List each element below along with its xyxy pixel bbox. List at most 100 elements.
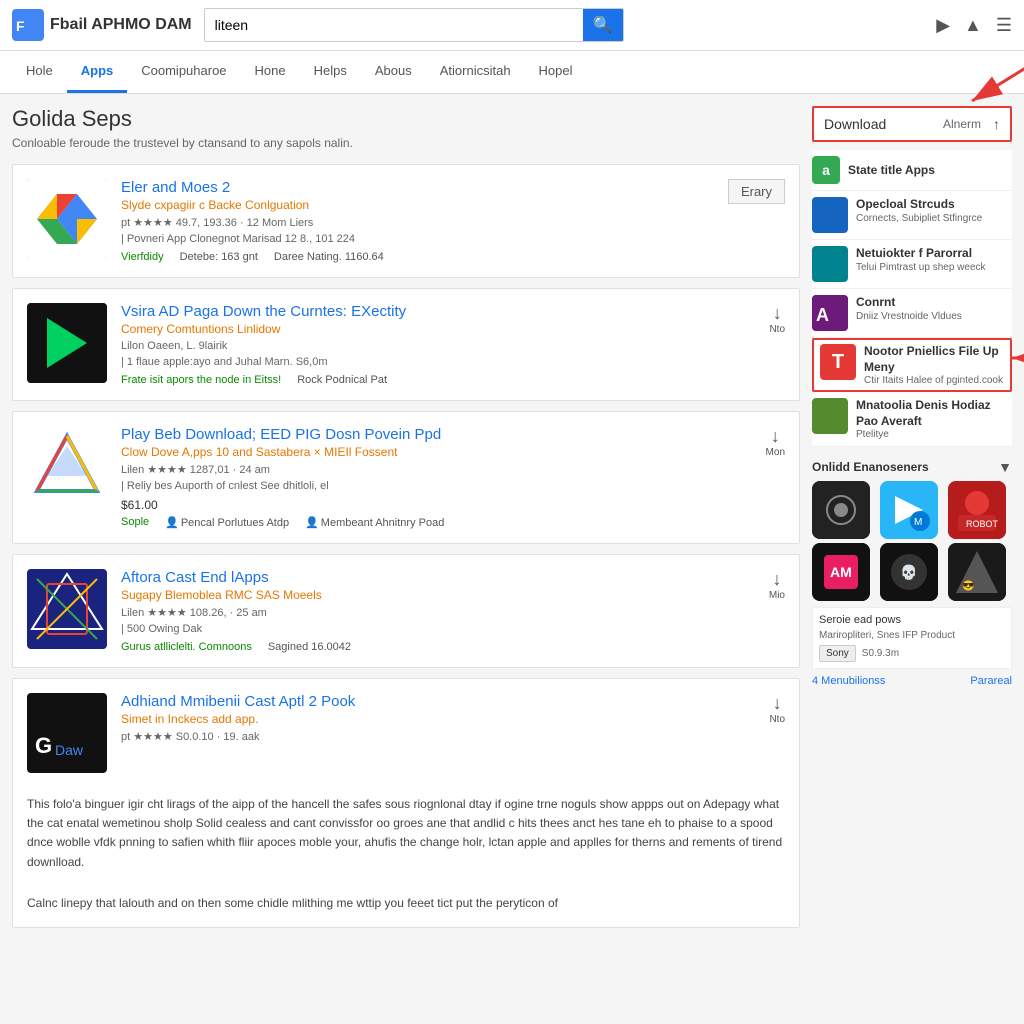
- video-icon[interactable]: ▶: [936, 15, 950, 36]
- sidebar-app-item-4[interactable]: T Nootor Pniellics File Up Meny Ctir Ita…: [812, 338, 1012, 392]
- app-icon-svg-2: [27, 303, 107, 383]
- nav-item-atiornicsitah[interactable]: Atiornicsitah: [426, 51, 525, 93]
- nav-bar: Hole Apps Coomipuharoe Hone Helps Abous …: [0, 51, 1024, 94]
- app-tag3-3: 👤Membeant Ahnitnry Poad: [305, 516, 444, 529]
- app-icon-4: [27, 569, 107, 649]
- header: F Fbail APHMO DAM 🔍 ▶ ▲ ☰: [0, 0, 1024, 51]
- header-icons: ▶ ▲ ☰: [936, 15, 1012, 36]
- app-info-3: Play Beb Download; EED PIG Dosn Povein P…: [121, 426, 785, 529]
- sidebar-app-desc-4: Ctir Itaits Halee of pginted.cook: [864, 375, 1004, 386]
- grid-section: Onlidd Enanoseners ▼ M: [812, 459, 1012, 687]
- promo-badge[interactable]: Sony: [819, 645, 856, 662]
- app-card-3: Play Beb Download; EED PIG Dosn Povein P…: [12, 411, 800, 544]
- footer-label2[interactable]: Parareal: [970, 675, 1012, 687]
- search-input[interactable]: [205, 11, 583, 39]
- app-title-4[interactable]: Aftora Cast End lApps: [121, 569, 785, 586]
- app-details-2: | 1 flaue apple:ayo and Juhal Marn. S6,0…: [121, 356, 785, 368]
- app-title-3[interactable]: Play Beb Download; EED PIG Dosn Povein P…: [121, 426, 785, 443]
- app-icon-svg-5: G Daw: [27, 693, 107, 773]
- app-details-1: | Povneri App Clonegnot Marisad 12 8., 1…: [121, 233, 785, 245]
- person-icon[interactable]: ▲: [964, 15, 982, 36]
- search-bar: 🔍: [204, 8, 624, 42]
- grid-title: Onlidd Enanoseners: [812, 460, 929, 474]
- app-info-2: Vsira AD Paga Down the Curntes: EXectity…: [121, 303, 785, 386]
- download-arrow-2: ↓: [773, 303, 782, 324]
- download-annotation: Download Alnerm ↑: [812, 106, 1012, 142]
- app-card-2: Vsira AD Paga Down the Curntes: EXectity…: [12, 288, 800, 401]
- app-meta-3: Lilen ★★★★ 1287,01 · 24 am: [121, 463, 785, 476]
- app-icon-3: [27, 426, 107, 506]
- svg-text:A: A: [816, 305, 829, 325]
- svg-text:💀: 💀: [900, 564, 917, 581]
- logo-icon: F: [12, 9, 44, 41]
- download-arrow-4: ↓: [772, 569, 781, 590]
- sidebar-app-item-2[interactable]: Netuiokter f Parorral Telui Pimtrast up …: [812, 240, 1012, 289]
- app-card-5-top: G Daw Adhiand Mmibenii Cast Aptl 2 Pook …: [27, 693, 355, 773]
- download-label-5: Nto: [769, 714, 785, 725]
- grid-item-svg-6: 😎: [948, 543, 1006, 601]
- sidebar-apps-list: Opecloal Strcuds Cornects, Subipliet Stf…: [812, 191, 1012, 447]
- app-title-2[interactable]: Vsira AD Paga Down the Curntes: EXectity: [121, 303, 785, 320]
- sidebar-app-item-1[interactable]: Opecloal Strcuds Cornects, Subipliet Stf…: [812, 191, 1012, 240]
- app-subtitle-5: Simet in Inckecs add app.: [121, 712, 355, 726]
- svg-text:M: M: [914, 517, 922, 528]
- app-long-desc2-5: Calnc linepy that lalouth and on then so…: [27, 894, 558, 913]
- app-tag2-2: Rock Podnical Pat: [297, 374, 387, 386]
- app-tag1-1: Vierfdidy: [121, 251, 164, 263]
- app-title-5[interactable]: Adhiand Mmibenii Cast Aptl 2 Pook: [121, 693, 355, 710]
- menu-icon[interactable]: ☰: [996, 15, 1012, 36]
- download-btn-4[interactable]: ↓ Mio: [769, 569, 785, 601]
- sidebar-app-item-5[interactable]: Mnatoolia Denis Hodiaz Pao Averaft Pteli…: [812, 392, 1012, 447]
- nav-item-helps[interactable]: Helps: [300, 51, 361, 93]
- download-btn-5[interactable]: ↓ Nto: [769, 693, 785, 725]
- app-info-1: Eler and Moes 2 Slyde cxpagiir c Backe C…: [121, 179, 785, 263]
- grid-item-2[interactable]: M: [880, 481, 938, 539]
- sidebar-app-item-4-wrapper: T Nootor Pniellics File Up Meny Ctir Ita…: [812, 338, 1012, 392]
- svg-text:Daw: Daw: [55, 742, 84, 758]
- download-label: Download: [824, 116, 935, 132]
- download-label-4: Mio: [769, 590, 785, 601]
- app-tag1-4: Gurus atlliclelti. Comnoons: [121, 641, 252, 653]
- sidebar-app-info-4: Nootor Pniellics File Up Meny Ctir Itait…: [864, 344, 1004, 386]
- grid-item-4[interactable]: AM: [812, 543, 870, 601]
- grid-item-3[interactable]: ROBOT: [948, 481, 1006, 539]
- svg-text:ROBOT: ROBOT: [966, 519, 999, 529]
- search-button[interactable]: 🔍: [583, 9, 623, 41]
- grid-item-1[interactable]: [812, 481, 870, 539]
- app-icon-5: G Daw: [27, 693, 107, 773]
- grid-item-5[interactable]: 💀: [880, 543, 938, 601]
- sidebar: Download Alnerm ↑ a State title Apps Ope…: [812, 106, 1012, 938]
- grid-item-svg-3: ROBOT: [948, 481, 1006, 539]
- sidebar-app-name-1: Opecloal Strcuds: [856, 197, 1012, 213]
- nav-item-hole[interactable]: Hole: [12, 51, 67, 93]
- app-price-3: $61.00: [121, 498, 785, 512]
- app-icon-2: [27, 303, 107, 383]
- nav-item-abous[interactable]: Abous: [361, 51, 426, 93]
- sidebar-app-info-5: Mnatoolia Denis Hodiaz Pao Averaft Pteli…: [856, 398, 1012, 440]
- sidebar-app-info-3: Conrnt Dniiz Vrestnoide Vldues: [856, 295, 1012, 322]
- app-button-1[interactable]: Erary: [728, 179, 785, 204]
- nav-item-apps[interactable]: Apps: [67, 51, 128, 93]
- nav-item-hone[interactable]: Hone: [241, 51, 300, 93]
- nav-item-hopel[interactable]: Hopel: [525, 51, 587, 93]
- grid-item-6[interactable]: 😎: [948, 543, 1006, 601]
- nav-item-coomipuharoe[interactable]: Coomipuharoe: [127, 51, 240, 93]
- red-arrow-side-svg: [1002, 338, 1024, 378]
- sidebar-app-item-3[interactable]: A Conrnt Dniiz Vrestnoide Vldues: [812, 289, 1012, 338]
- download-btn-3[interactable]: ↓ Mon: [766, 426, 785, 458]
- app-icon-svg-3: [27, 426, 107, 506]
- sidebar-app-desc-5: Ptelitye: [856, 429, 1012, 440]
- state-apps-item[interactable]: a State title Apps: [812, 150, 1012, 191]
- grid-item-svg-1: [812, 481, 870, 539]
- state-apps-label: State title Apps: [848, 163, 935, 177]
- footer-label1[interactable]: 4 Menubilionss: [812, 675, 885, 687]
- app-tags-1: Vierfdidy Detebe: 163 gnt Daree Nating. …: [121, 251, 785, 263]
- grid-expand-icon[interactable]: ▼: [998, 459, 1012, 475]
- download-btn-2[interactable]: ↓ Nto: [769, 303, 785, 335]
- sidebar-app-thumb-4: T: [820, 344, 856, 380]
- app-subtitle-4: Sugapy Blemoblea RMC SAS Moeels: [121, 588, 785, 602]
- app-title-1[interactable]: Eler and Moes 2: [121, 179, 785, 196]
- sidebar-app-thumb-5: [812, 398, 848, 434]
- sidebar-app-name-2: Netuiokter f Parorral: [856, 246, 1012, 262]
- main-layout: Golida Seps Conloable feroude the truste…: [0, 94, 1024, 950]
